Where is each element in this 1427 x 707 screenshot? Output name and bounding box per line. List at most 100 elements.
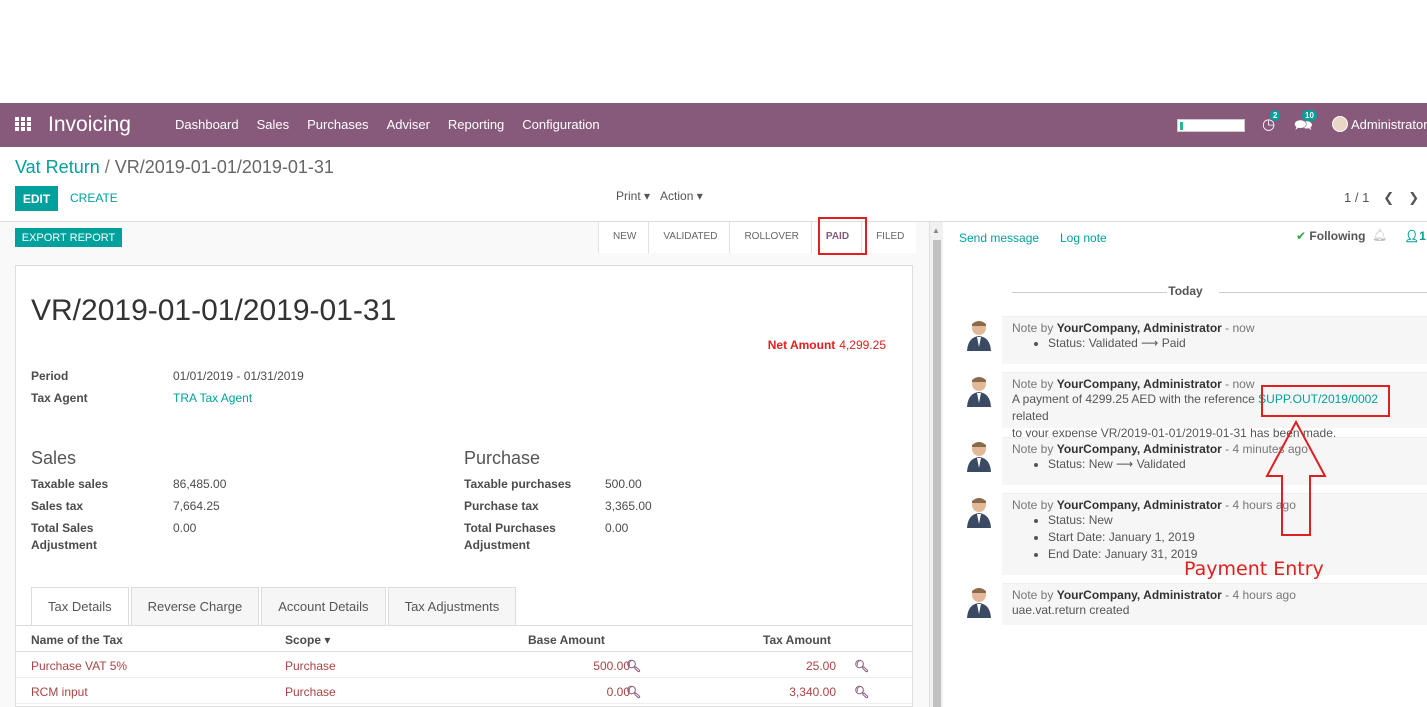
purchase-tax-label: Purchase tax [464, 499, 539, 513]
user-menu[interactable]: Administrator [1332, 116, 1427, 132]
scroll-up-icon[interactable]: ▲ [932, 226, 940, 235]
print-dropdown[interactable]: Print ▾ [616, 189, 650, 203]
purchase-tax-value: 3,365.00 [605, 499, 652, 513]
net-amount-label: Net Amount [767, 338, 836, 352]
zoom-tax-icon[interactable]: 🔍︎ [854, 659, 869, 673]
taxable-purchases-value: 500.00 [605, 477, 642, 491]
col-base-amount[interactable]: Base Amount [528, 633, 605, 647]
menu-sales[interactable]: Sales [257, 117, 290, 132]
payment-entry-annotation: Payment Entry [1184, 558, 1324, 580]
purchase-adj-value: 0.00 [605, 521, 629, 535]
user-name: Administrator [1351, 116, 1427, 132]
followers-button[interactable]: 👤︎1 [1404, 229, 1426, 243]
status-bar: NEW VALIDATED ROLLOVER PAID FILED [598, 222, 917, 253]
edit-button[interactable]: EDIT [15, 186, 58, 211]
top-navbar: Invoicing Dashboard Sales Purchases Advi… [0, 103, 1427, 147]
tracking-value: Status: Validated ⟶ Paid [1048, 335, 1417, 352]
col-tax-amount[interactable]: Tax Amount [763, 633, 831, 647]
pager-value[interactable]: 1 / 1 [1344, 190, 1369, 206]
message-item: Note by YourCompany, Administrator - 4 m… [1002, 437, 1427, 485]
stage-rollover[interactable]: ROLLOVER [729, 222, 811, 253]
period-label: Period [31, 369, 69, 383]
purchase-adj-label-1: Total Purchases [464, 521, 556, 535]
author-avatar [967, 498, 991, 528]
following-button[interactable]: ✔ Following [1296, 229, 1365, 243]
sales-adj-label-1: Total Sales [31, 521, 94, 535]
menu-dashboard[interactable]: Dashboard [175, 117, 239, 132]
message-author: YourCompany, Administrator [1056, 498, 1222, 512]
bell-icon[interactable]: 🔔︎ [1372, 228, 1387, 242]
user-avatar [1332, 116, 1348, 132]
pager-previous-icon[interactable]: ❮ [1383, 190, 1394, 206]
menu-adviser[interactable]: Adviser [387, 117, 430, 132]
message-item: Note by YourCompany, Administrator - 4 h… [1002, 583, 1427, 625]
tab-tax-details[interactable]: Tax Details [31, 587, 129, 625]
zoom-base-icon[interactable]: 🔍︎ [626, 659, 641, 673]
breadcrumb-parent[interactable]: Vat Return [15, 157, 100, 177]
col-scope[interactable]: Scope ▾ [285, 633, 330, 647]
pager: 1 / 1 ❮ ❯ [1344, 190, 1419, 206]
menu-configuration[interactable]: Configuration [522, 117, 599, 132]
main-menu: Dashboard Sales Purchases Adviser Report… [175, 117, 600, 132]
col-name[interactable]: Name of the Tax [31, 633, 123, 647]
net-amount: Net Amount 4,299.25 [768, 338, 886, 352]
sales-tax-label: Sales tax [31, 499, 84, 513]
stage-filed[interactable]: FILED [861, 222, 917, 253]
form-sheet: VR/2019-01-01/2019-01-31 Net Amount 4,299… [15, 265, 913, 707]
table-row[interactable]: Purchase VAT 5% Purchase 500.00 🔍︎ 25.00… [16, 652, 912, 678]
row-tax: 25.00 [805, 659, 836, 673]
menu-reporting[interactable]: Reporting [448, 117, 504, 132]
pager-next-icon[interactable]: ❯ [1408, 190, 1419, 206]
paid-highlight-box [818, 217, 867, 255]
table-row[interactable]: RCM input Purchase 0.00 🔍︎ 3,340.00 🔍︎ [16, 678, 912, 704]
loading-progress-bar [1177, 119, 1245, 132]
zoom-tax-icon[interactable]: 🔍︎ [854, 685, 869, 699]
activity-count-badge: 2 [1270, 110, 1281, 121]
export-report-button[interactable]: EXPORT REPORT [15, 228, 122, 247]
zoom-base-icon[interactable]: 🔍︎ [626, 685, 641, 699]
menu-purchases[interactable]: Purchases [307, 117, 368, 132]
taxable-sales-label: Taxable sales [31, 477, 109, 491]
tax-agent-link[interactable]: TRA Tax Agent [173, 391, 252, 405]
record-title: VR/2019-01-01/2019-01-31 [31, 294, 397, 327]
action-dropdown[interactable]: Action ▾ [660, 189, 703, 203]
breadcrumb: Vat Return / VR/2019-01-01/2019-01-31 [15, 157, 334, 178]
check-icon: ✔ [1296, 229, 1307, 243]
period-value: 01/01/2019 - 01/31/2019 [173, 369, 304, 383]
message-author: YourCompany, Administrator [1056, 377, 1222, 391]
sales-adj-label-2: Adjustment [31, 538, 97, 552]
sales-adj-value: 0.00 [173, 521, 197, 535]
taxable-sales-value: 86,485.00 [173, 477, 227, 491]
messages-icon[interactable]: 🗪 10 [1294, 110, 1317, 140]
author-avatar [967, 321, 991, 351]
purchase-adj-label-2: Adjustment [464, 538, 530, 552]
tracking-value: Status: New [1048, 512, 1417, 529]
tracking-value: Start Date: January 1, 2019 [1048, 529, 1417, 546]
log-note-button[interactable]: Log note [1060, 231, 1107, 245]
message-item: Note by YourCompany, Administrator - now… [1002, 316, 1427, 364]
tab-tax-adjustments[interactable]: Tax Adjustments [387, 587, 517, 625]
tracking-value: Status: New ⟶ Validated [1048, 456, 1417, 473]
scrollbar-thumb[interactable] [933, 240, 941, 707]
create-button[interactable]: CREATE [70, 191, 118, 205]
message-count-badge: 10 [1302, 110, 1317, 121]
form-scrollbar[interactable]: ▲ [929, 222, 943, 707]
activity-icon[interactable]: ◷ 2 [1262, 110, 1281, 133]
app-title: Invoicing [48, 113, 131, 136]
stage-validated[interactable]: VALIDATED [648, 222, 730, 253]
stage-new[interactable]: NEW [598, 222, 649, 253]
tab-reverse-charge[interactable]: Reverse Charge [130, 587, 260, 625]
send-message-button[interactable]: Send message [959, 231, 1039, 245]
tax-agent-label: Tax Agent [31, 391, 88, 405]
row-base: 500.00 [593, 659, 630, 673]
breadcrumb-current: VR/2019-01-01/2019-01-31 [114, 157, 334, 177]
apps-grid-icon[interactable] [15, 117, 31, 131]
notebook-tabs: Tax Details Reverse Charge Account Detai… [31, 587, 518, 625]
sales-tax-value: 7,664.25 [173, 499, 220, 513]
row-name: Purchase VAT 5% [31, 659, 128, 673]
row-scope: Purchase [285, 659, 336, 673]
row-name: RCM input [31, 685, 88, 699]
author-avatar [967, 588, 991, 618]
tab-account-details[interactable]: Account Details [261, 587, 386, 625]
breadcrumb-separator: / [104, 157, 110, 177]
